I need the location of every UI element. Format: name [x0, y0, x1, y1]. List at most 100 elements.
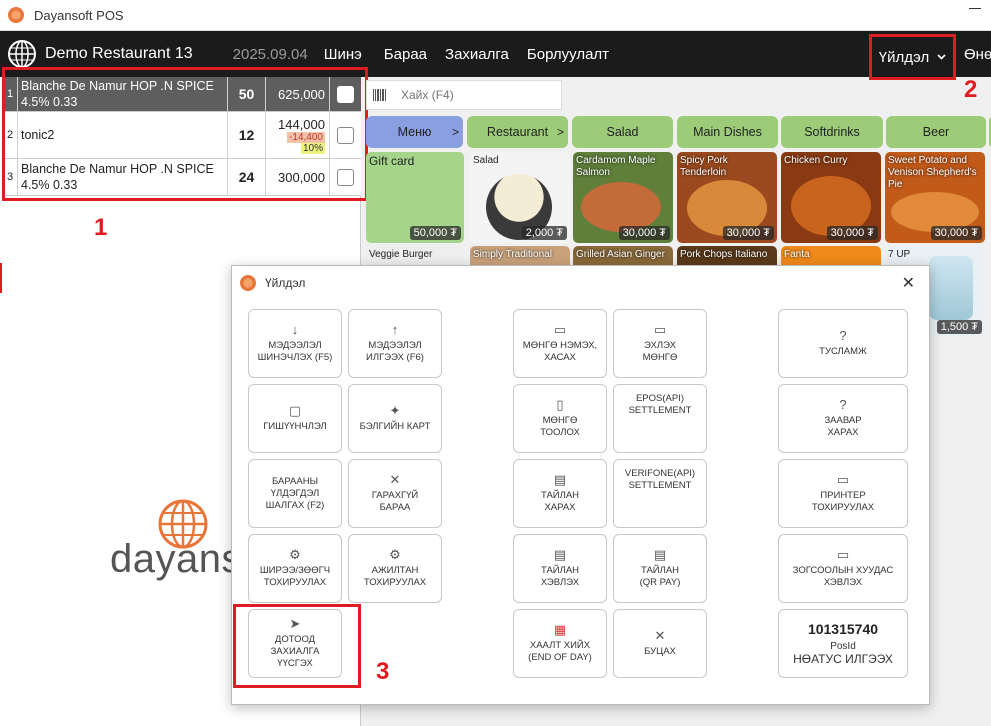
printer-settings-button[interactable]: ▭ ПРИНТЕР ТОХИРУУЛАХ [778, 459, 908, 528]
category-softdrinks[interactable]: Softdrinks [781, 116, 883, 148]
button-label: ХАРАХ [544, 501, 576, 513]
button-label: ҮЛДЭГДЭЛ [270, 487, 320, 499]
annotation-box-3 [233, 604, 361, 688]
button-label: МӨНГӨ НЭМЭХ, [522, 339, 598, 351]
help-button[interactable]: ? ТУСЛАМЖ [778, 309, 908, 378]
end-of-day-button[interactable]: ▦ ХААЛТ ХИЙХ (END OF DAY) [513, 609, 607, 678]
product-price: 30,000 ₮ [826, 226, 878, 240]
epos-settlement-button[interactable]: EPOS(API) SETTLEMENT [613, 384, 707, 453]
calculator-icon: ▯ [556, 396, 564, 412]
button-label: БАРААНЫ [271, 475, 318, 487]
button-label: EPOS(API) [635, 393, 685, 404]
nav-new[interactable]: Шинэ [324, 46, 362, 63]
product-tile[interactable]: Spicy Pork Tenderloin 30,000 ₮ [677, 152, 777, 243]
app-logo-icon [8, 7, 24, 23]
category-main-dishes[interactable]: Main Dishes [677, 116, 778, 148]
table-waiter-settings-button[interactable]: ⚙ ШИРЭЭ/ЗӨӨГЧ ТОХИРУУЛАХ [248, 534, 342, 603]
chevron-down-icon [937, 54, 946, 60]
upload-icon: ↑ [391, 321, 399, 337]
actions-menu-label: Үйлдэл [878, 48, 930, 66]
button-label: АЖИЛТАН [371, 564, 419, 576]
button-label: ТАЙЛАН [540, 489, 580, 501]
gear-icon: ⚙ [289, 546, 301, 562]
missing-item-button[interactable]: ✕ ГАРАХГҮЙ БАРАА [348, 459, 442, 528]
staff-settings-button[interactable]: ⚙ АЖИЛТАН ТОХИРУУЛАХ [348, 534, 442, 603]
button-label: ЭХЛЭХ [644, 339, 676, 351]
button-label: ГИШҮҮНЧЛЭЛ [263, 420, 327, 432]
button-label: БЭЛГИЙН КАРТ [359, 420, 431, 432]
info-send-button[interactable]: ↑ МЭДЭЭЛЭЛ ИЛГЭЭХ (F6) [348, 309, 442, 378]
nav-products[interactable]: Бараа [384, 46, 427, 63]
product-tile[interactable]: Chicken Curry 30,000 ₮ [781, 152, 881, 243]
button-label: VERIFONE(API) [624, 468, 696, 479]
button-label: МӨНГӨ [642, 351, 678, 363]
app-logo-icon [240, 275, 256, 291]
restaurant-name[interactable]: Demo Restaurant 13 [45, 45, 193, 63]
button-label: ИЛГЭЭХ (F6) [366, 351, 424, 363]
button-label: ТООЛОХ [540, 426, 580, 438]
button-label: МӨНГӨ [542, 414, 578, 426]
button-label: ТАЙЛАН [640, 564, 680, 576]
button-label: ХАСАХ [544, 351, 576, 363]
product-tile[interactable]: Cardamom Maple Salmon 30,000 ₮ [573, 152, 673, 243]
button-label: ХЭВЛЭХ [823, 576, 863, 588]
starting-cash-button[interactable]: ▭ ЭХЛЭХ МӨНГӨ [613, 309, 707, 378]
button-label: ПРИНТЕР [820, 489, 866, 501]
close-icon[interactable]: ✕ [902, 273, 915, 293]
button-label: МЭДЭЭЛЭЛ [268, 339, 322, 351]
annotation-label-3: 3 [376, 658, 390, 685]
nav-orders[interactable]: Захиалга [445, 46, 509, 63]
category-label: Beer [922, 125, 950, 139]
product-name: Simply Traditional [473, 249, 552, 260]
button-label: ТОХИРУУЛАХ [811, 501, 875, 513]
chevron-right-icon: > [451, 125, 459, 139]
product-name: Fanta [784, 249, 810, 260]
guide-button[interactable]: ? ЗААВАР ХАРАХ [778, 384, 908, 453]
send-vat-label: НӨАТУС ИЛГЭЭХ [793, 651, 893, 666]
product-name: Salad [473, 155, 499, 166]
print-parking-sheet-button[interactable]: ▭ ЗОГСООЛЫН ХУУДАС ХЭВЛЭХ [778, 534, 908, 603]
button-label: ТОХИРУУЛАХ [263, 576, 327, 588]
category-salad[interactable]: Salad [572, 116, 673, 148]
back-button[interactable]: ✕ БУЦАХ [613, 609, 707, 678]
minimize-button[interactable] [969, 8, 981, 9]
product-price: 30,000 ₮ [618, 226, 670, 240]
button-label: ШАЛГАХ (F2) [265, 499, 325, 511]
barcode-icon [373, 89, 386, 101]
cash-in-out-button[interactable]: ▭ МӨНГӨ НЭМЭХ, ХАСАХ [513, 309, 607, 378]
category-restaurant[interactable]: Restaurant > [467, 116, 568, 148]
close-icon: ✕ [389, 471, 401, 487]
search-input[interactable] [401, 88, 551, 102]
button-label: ЗОГСООЛЫН ХУУДАС [792, 564, 894, 576]
search-box[interactable] [366, 80, 562, 110]
gift-card-button[interactable]: ✦ БЭЛГИЙН КАРТ [348, 384, 442, 453]
product-tile[interactable]: Gift card 50,000 ₮ [366, 152, 464, 243]
count-money-button[interactable]: ▯ МӨНГӨ ТООЛОХ [513, 384, 607, 453]
product-tile[interactable]: Salad 2,000 ₮ [470, 152, 570, 243]
send-vat-button[interactable]: 101315740 PosId НӨАТУС ИЛГЭЭХ [778, 609, 908, 678]
check-stock-button[interactable]: БАРААНЫ ҮЛДЭГДЭЛ ШАЛГАХ (F2) [248, 459, 342, 528]
actions-menu-button[interactable]: Үйлдэл [869, 34, 956, 80]
nav-sales[interactable]: Борлуулалт [527, 46, 609, 63]
dialog-title: Үйлдэл [265, 276, 306, 290]
category-menu[interactable]: Меню > [366, 116, 463, 148]
info-refresh-button[interactable]: ↓ МЭДЭЭЛЭЛ ШИНЭЧЛЭХ (F5) [248, 309, 342, 378]
button-label: ХЭВЛЭХ [540, 576, 580, 588]
view-report-button[interactable]: ▤ ТАЙЛАН ХАРАХ [513, 459, 607, 528]
button-label: БУЦАХ [644, 645, 676, 657]
product-price: 30,000 ₮ [722, 226, 774, 240]
salmon-image [581, 182, 661, 232]
qr-report-button[interactable]: ▤ ТАЙЛАН (QR PAY) [613, 534, 707, 603]
nav-next[interactable]: Өнө [964, 46, 991, 63]
button-label: SETTLEMENT [628, 405, 692, 416]
button-label: ШИНЭЧЛЭХ (F5) [257, 351, 333, 363]
annotation-box-1 [2, 67, 368, 201]
product-tile[interactable]: Sweet Potato and Venison Shepherd's Pie … [885, 152, 985, 243]
category-beer[interactable]: Beer [886, 116, 986, 148]
print-report-button[interactable]: ▤ ТАЙЛАН ХЭВЛЭХ [513, 534, 607, 603]
edge-marker [0, 263, 2, 293]
product-price: 30,000 ₮ [930, 226, 982, 240]
verifone-settlement-button[interactable]: VERIFONE(API) SETTLEMENT [613, 459, 707, 528]
window-titlebar: Dayansoft POS [0, 0, 991, 31]
membership-button[interactable]: ▢ ГИШҮҮНЧЛЭЛ [248, 384, 342, 453]
